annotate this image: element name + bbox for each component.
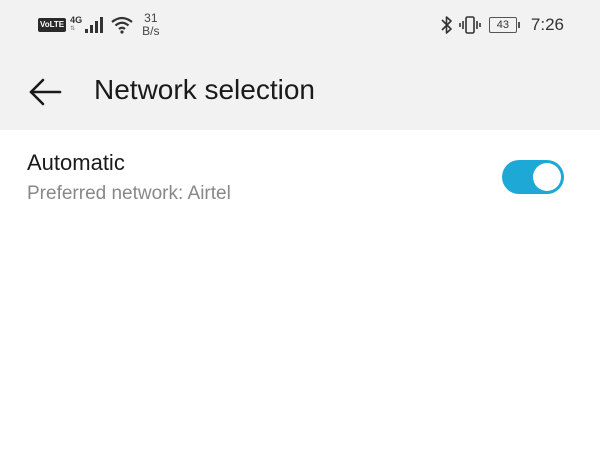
network-type: 4G ⇅ [70,16,82,34]
network-speed: 31 B/s [142,12,159,38]
back-button[interactable] [22,72,68,112]
vibrate-icon [459,16,481,34]
data-arrows-icon: ⇅ [70,26,76,32]
status-bar-right: 43 7:26 [441,12,564,38]
battery-level: 43 [496,19,510,31]
status-bar-left: VoLTE 4G ⇅ 31 B/s [38,10,160,40]
page-title: Network selection [94,74,315,105]
battery-icon: 43 [488,17,520,33]
status-bar: VoLTE 4G ⇅ 31 B/s 43 7:26 [0,0,600,50]
automatic-setting-row[interactable]: Automatic Preferred network: Airtel [0,130,600,222]
bluetooth-icon [441,16,452,34]
wifi-icon [111,16,133,34]
setting-subtitle: Preferred network: Airtel [27,183,231,204]
battery-cap [517,22,520,28]
status-time: 7:26 [530,15,564,34]
network-speed-unit: B/s [142,24,160,38]
app-bar: Network selection [0,58,600,124]
volte-badge: VoLTE [38,18,67,32]
network-gen-label: 4G [70,15,83,25]
toggle-knob [533,163,561,191]
automatic-toggle[interactable] [502,160,564,194]
network-selection-screen: VoLTE 4G ⇅ 31 B/s 43 7:26 Network select… [0,0,600,463]
setting-title: Automatic [27,150,125,175]
back-arrow-icon [29,78,62,106]
signal-strength-icon [85,17,104,33]
